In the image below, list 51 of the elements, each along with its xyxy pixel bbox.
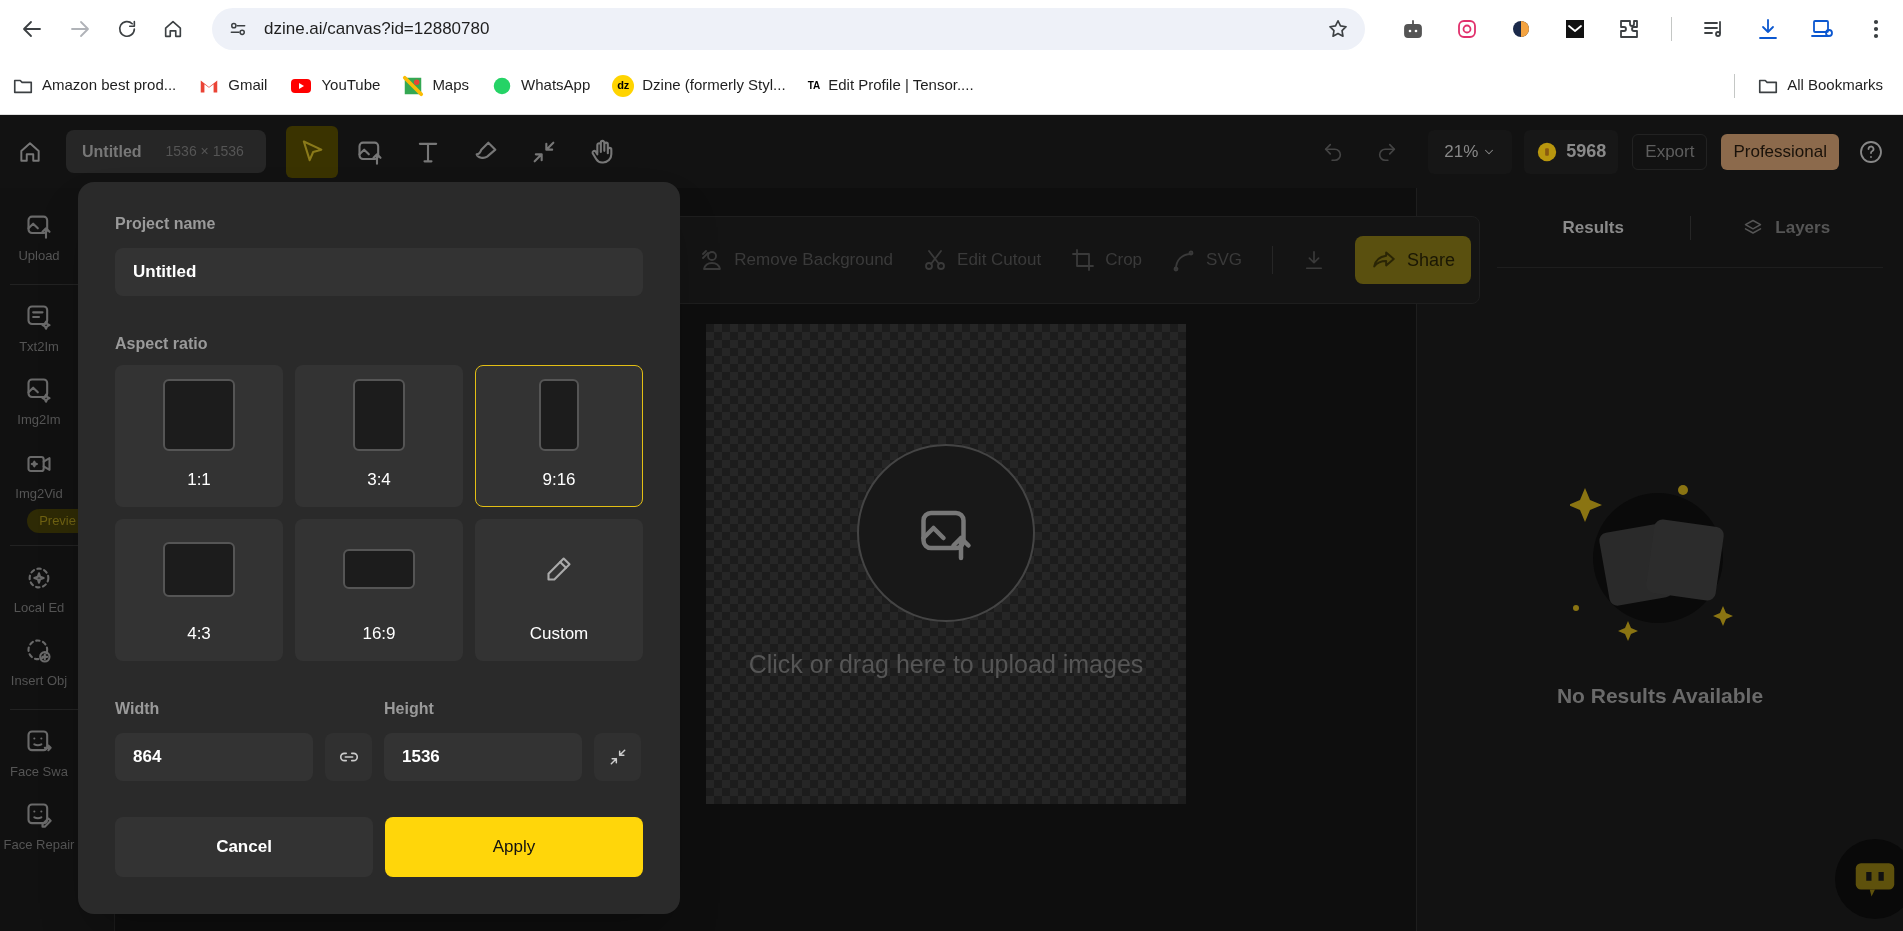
aspect-ratio-option[interactable]: 9:16 [475,365,643,507]
url-text: dzine.ai/canvas?id=12880780 [264,17,491,40]
aspect-ratio-option[interactable]: Custom [475,519,643,661]
field-label: Width [115,699,161,719]
ratio-preview-shape [343,549,415,590]
dashed-circle-plus-icon [25,637,53,665]
link-dimensions-button[interactable] [325,733,372,781]
empty-state-text: No Results Available [1556,683,1764,709]
bookmark[interactable]: TA Edit Profile | Tensor.... [807,74,974,97]
panel-tab[interactable]: Results [1497,214,1690,241]
bookmark[interactable]: Amazon best prod... [12,74,177,97]
dimension-field[interactable]: 1536 [384,733,582,781]
cancel-button[interactable]: Cancel [115,817,373,877]
upload-hint-text: Click or drag here to upload images [748,649,1144,680]
aspect-ratio-option[interactable]: 4:3 [115,519,283,661]
aspect-ratio-option[interactable]: 16:9 [295,519,463,661]
bookmark-star-icon[interactable] [1327,17,1349,40]
all-bookmarks[interactable]: All Bookmarks [1757,74,1883,97]
field-label: Height [384,699,435,719]
bookmark[interactable]: YouTube [289,73,381,98]
pencil-icon [545,555,573,584]
download-icon[interactable] [1756,16,1780,41]
coin-icon [1536,140,1559,163]
shrink-button[interactable] [594,733,641,781]
logo-badge: dz [612,74,635,97]
project-name-field[interactable]: Untitled [115,248,643,296]
credits-balance: 5968 [1524,129,1619,174]
bookmark[interactable]: dz Dzine (formerly Styl... [612,74,786,97]
upload-circle-button[interactable] [857,444,1035,622]
address-bar[interactable]: dzine.ai/canvas?id=12880780 [212,7,1365,50]
field-label: Project name [115,214,217,234]
logo-text: TA [807,79,821,93]
scissors-icon [923,248,948,272]
text-sparkle-icon [25,302,53,331]
preview-badge: Previe [27,509,78,533]
image-sparkle-icon [25,376,53,404]
aspect-ratio-option[interactable]: 3:4 [295,365,463,507]
apply-button[interactable]: Apply [385,817,643,877]
bookmark[interactable]: Gmail [198,74,268,97]
bookmark[interactable]: WhatsApp [491,74,591,97]
bookmark[interactable]: Maps [402,74,470,97]
help-icon[interactable] [1859,139,1883,164]
tool-button[interactable] [286,125,338,178]
professional-plan-button[interactable]: Professional [1721,133,1839,170]
face-pencil-icon [25,801,53,829]
dimension-field[interactable]: 864 [115,733,313,781]
ratio-preview-shape [163,541,235,597]
crop-icon [1071,248,1096,272]
zoom-dropdown[interactable]: 21% [1428,129,1513,174]
aspect-ratio-option[interactable]: 1:1 [115,365,283,507]
field-label: Aspect ratio [115,334,209,354]
